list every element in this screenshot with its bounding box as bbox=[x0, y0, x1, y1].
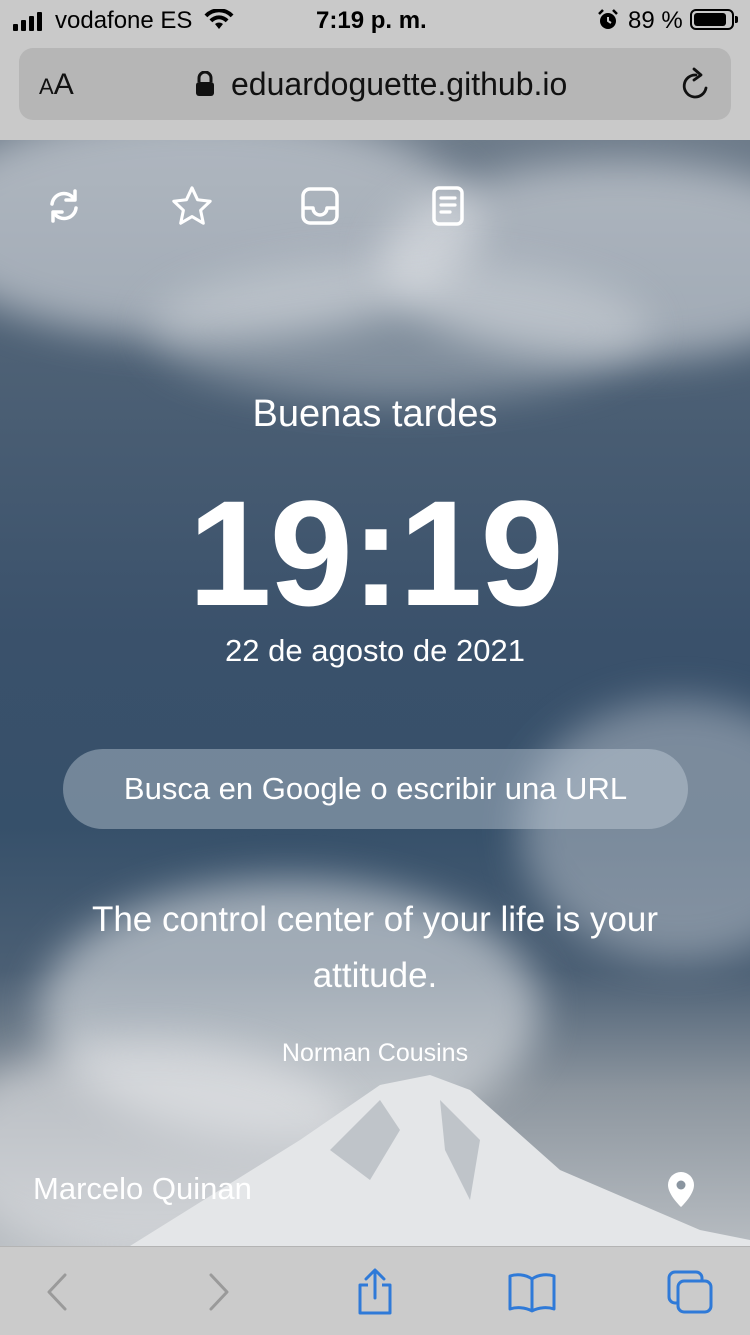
status-bar: vodafone ES 7:19 p. m. 89 % bbox=[0, 0, 750, 40]
search-input[interactable] bbox=[63, 749, 688, 829]
bookmarks-icon[interactable] bbox=[507, 1267, 557, 1317]
clock: 19:19 bbox=[188, 469, 564, 637]
share-icon[interactable] bbox=[350, 1267, 400, 1317]
quote-author: Norman Cousins bbox=[281, 1039, 469, 1067]
greeting: Buenas tardes bbox=[252, 393, 498, 435]
signal-icon bbox=[13, 12, 42, 31]
text-size-button[interactable]: AA bbox=[39, 68, 74, 102]
safari-bottom-toolbar bbox=[0, 1246, 750, 1335]
carrier-name: vodafone ES bbox=[55, 7, 193, 34]
status-time: 7:19 p. m. bbox=[316, 7, 427, 34]
battery-icon bbox=[690, 9, 738, 30]
notes-icon[interactable] bbox=[426, 184, 470, 228]
star-icon[interactable] bbox=[170, 184, 214, 228]
url-text[interactable]: eduardoguette.github.io bbox=[231, 66, 567, 103]
location-pin-icon[interactable] bbox=[664, 1170, 698, 1215]
inbox-icon[interactable] bbox=[298, 184, 342, 228]
refresh-icon[interactable] bbox=[42, 184, 86, 228]
reload-icon[interactable] bbox=[679, 67, 713, 108]
quote-text: The control center of your life is your … bbox=[91, 900, 659, 995]
new-tab-page: Buenas tardes 19:19 22 de agosto de 2021… bbox=[0, 140, 750, 1246]
tabs-icon[interactable] bbox=[665, 1267, 715, 1317]
lock-icon bbox=[195, 70, 215, 102]
wifi-icon bbox=[203, 8, 235, 38]
battery-percent: 89 % bbox=[628, 7, 683, 34]
browser-chrome: AA eduardoguette.github.io bbox=[0, 40, 750, 140]
alarm-icon bbox=[597, 9, 619, 38]
photo-credit[interactable]: Marcelo Quinan bbox=[33, 1171, 252, 1207]
forward-icon[interactable] bbox=[193, 1267, 243, 1317]
date: 22 de agosto de 2021 bbox=[225, 633, 525, 668]
back-icon[interactable] bbox=[33, 1267, 83, 1317]
address-bar[interactable]: AA eduardoguette.github.io bbox=[19, 48, 731, 120]
